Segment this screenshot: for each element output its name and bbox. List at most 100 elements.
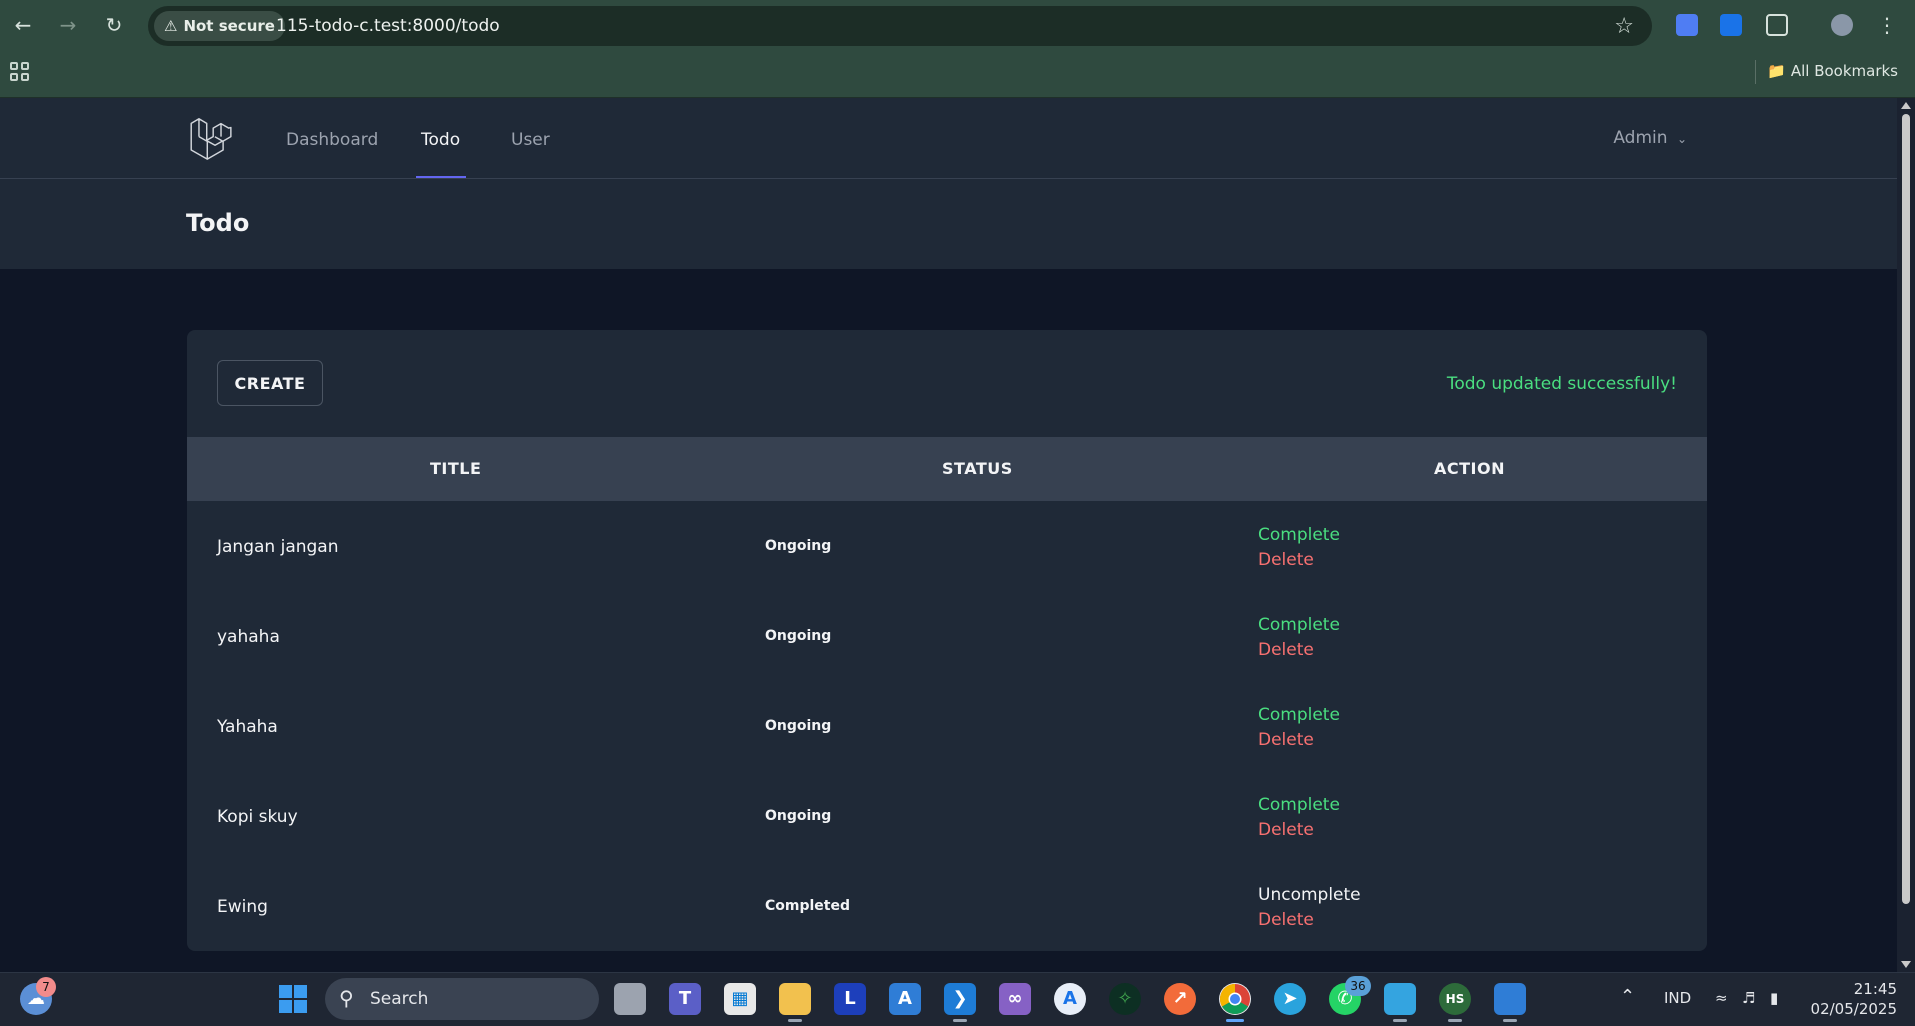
profile-avatar-icon[interactable] xyxy=(1831,14,1853,36)
delete-link[interactable]: Delete xyxy=(1258,640,1314,660)
file-explorer-icon[interactable] xyxy=(779,983,811,1015)
flash-message: Todo updated successfully! xyxy=(1446,374,1677,394)
clock-time: 21:45 xyxy=(1853,980,1897,998)
xampp-icon[interactable]: A xyxy=(889,983,921,1015)
delete-link[interactable]: Delete xyxy=(1258,820,1314,840)
column-header-action: ACTION xyxy=(1434,459,1505,478)
visual-studio-icon[interactable]: ∞ xyxy=(999,983,1031,1015)
bookmarks-divider xyxy=(1755,60,1756,84)
address-bar[interactable]: ⚠ Not secure 115-todo-c.test:8000/todo ☆ xyxy=(148,6,1652,46)
url-text[interactable]: 115-todo-c.test:8000/todo xyxy=(276,16,500,36)
postman-icon[interactable]: ↗ xyxy=(1164,983,1196,1015)
heidisql-icon[interactable]: HS xyxy=(1439,983,1471,1015)
windows-start-icon[interactable] xyxy=(277,983,309,1015)
system-clock[interactable]: 21:45 02/05/2025 xyxy=(1811,979,1897,1019)
task-view-icon[interactable] xyxy=(614,983,646,1015)
todo-title: Ewing xyxy=(217,897,268,917)
telegram-icon[interactable]: ➤ xyxy=(1274,983,1306,1015)
scroll-thumb[interactable] xyxy=(1902,114,1910,904)
page-scrollbar[interactable] xyxy=(1897,98,1915,972)
clock-date: 02/05/2025 xyxy=(1810,1000,1897,1018)
running-indicator xyxy=(1503,1019,1517,1022)
delete-link[interactable]: Delete xyxy=(1258,730,1314,750)
page-header: Todo xyxy=(0,179,1897,269)
battery-icon[interactable]: ▮ xyxy=(1770,989,1778,1007)
todo-status: Completed xyxy=(765,898,851,914)
nav-todo[interactable]: Todo xyxy=(421,130,460,150)
user-menu-button[interactable]: Admin ⌄ xyxy=(1613,128,1687,148)
language-indicator[interactable]: IND xyxy=(1664,989,1691,1007)
microsoft-store-icon[interactable]: ▦ xyxy=(724,983,756,1015)
app-navbar: Dashboard Todo User Admin ⌄ xyxy=(0,98,1897,179)
apps-grid-icon[interactable] xyxy=(10,62,30,82)
taskbar-search[interactable]: ⚲ Search xyxy=(325,978,599,1020)
reload-icon[interactable]: ↻ xyxy=(101,12,127,38)
teams-icon[interactable]: T xyxy=(669,983,701,1015)
user-menu-label: Admin xyxy=(1613,128,1668,148)
scroll-up-icon[interactable] xyxy=(1901,102,1911,109)
windows-taskbar: ☁ 7 ⚲ Search T ▦ L A ❯ ∞ A ✧ ↗ ➤ ✆ 36 HS… xyxy=(0,972,1915,1026)
table-row: Jangan jangan Ongoing Complete Delete xyxy=(187,501,1707,591)
table-row: Ewing Completed Uncomplete Delete xyxy=(187,861,1707,951)
search-icon: ⚲ xyxy=(339,986,354,1010)
column-header-title: TITLE xyxy=(430,459,482,478)
delete-link[interactable]: Delete xyxy=(1258,550,1314,570)
browser-toolbar: ← → ↻ ⚠ Not secure 115-todo-c.test:8000/t… xyxy=(0,0,1915,52)
site-info-chip[interactable]: ⚠ Not secure xyxy=(154,11,285,41)
active-nav-indicator xyxy=(416,176,466,178)
complete-link[interactable]: Complete xyxy=(1258,795,1340,815)
column-header-status: STATUS xyxy=(942,459,1013,478)
todo-card: CREATE Todo updated successfully! TITLE … xyxy=(187,330,1707,951)
extensions-puzzle-icon[interactable] xyxy=(1766,14,1788,36)
photos-icon[interactable] xyxy=(1494,983,1526,1015)
table-row: yahaha Ongoing Complete Delete xyxy=(187,591,1707,681)
weather-badge: 7 xyxy=(36,977,56,997)
complete-link[interactable]: Complete xyxy=(1258,705,1340,725)
table-header: TITLE STATUS ACTION xyxy=(187,437,1707,501)
running-indicator xyxy=(788,1019,802,1022)
running-indicator xyxy=(953,1019,967,1022)
back-icon[interactable]: ← xyxy=(10,12,36,38)
chevron-up-icon[interactable]: ⌃ xyxy=(1620,986,1635,1007)
warning-icon: ⚠ xyxy=(164,17,178,35)
extension-docs-icon[interactable] xyxy=(1676,14,1698,36)
running-indicator xyxy=(1393,1019,1407,1022)
wifi-icon[interactable]: ≈ xyxy=(1715,989,1728,1007)
l-app-icon[interactable]: L xyxy=(834,983,866,1015)
todo-status: Ongoing xyxy=(765,538,832,554)
running-indicator xyxy=(1448,1019,1462,1022)
all-bookmarks-button[interactable]: 📁 All Bookmarks xyxy=(1767,62,1898,80)
complete-link[interactable]: Complete xyxy=(1258,525,1340,545)
complete-link[interactable]: Complete xyxy=(1258,615,1340,635)
nav-user[interactable]: User xyxy=(511,130,550,150)
todo-title: Kopi skuy xyxy=(217,807,298,827)
all-bookmarks-label: All Bookmarks xyxy=(1790,62,1898,80)
browser-menu-icon[interactable]: ⋮ xyxy=(1874,12,1900,38)
create-button[interactable]: CREATE xyxy=(217,360,323,406)
todo-status: Ongoing xyxy=(765,628,832,644)
laravel-logo-icon[interactable] xyxy=(190,118,232,160)
todo-title: Jangan jangan xyxy=(217,537,339,557)
extension-gear-icon[interactable] xyxy=(1720,14,1742,36)
uncomplete-link[interactable]: Uncomplete xyxy=(1258,885,1361,905)
whatsapp-badge: 36 xyxy=(1345,976,1371,996)
folder-icon: 📁 xyxy=(1767,62,1787,80)
nav-dashboard[interactable]: Dashboard xyxy=(286,130,378,150)
chevron-down-icon: ⌄ xyxy=(1676,132,1687,146)
volume-icon[interactable]: ♬ xyxy=(1742,989,1755,1007)
table-row: Yahaha Ongoing Complete Delete xyxy=(187,681,1707,771)
todo-status: Ongoing xyxy=(765,808,832,824)
tableplus-icon[interactable] xyxy=(1384,983,1416,1015)
delete-link[interactable]: Delete xyxy=(1258,910,1314,930)
active-app-indicator xyxy=(1226,1019,1244,1022)
app-store-icon[interactable]: A xyxy=(1054,983,1086,1015)
forward-icon[interactable]: → xyxy=(55,12,81,38)
todo-title: yahaha xyxy=(217,627,280,647)
vscode-icon[interactable]: ❯ xyxy=(944,983,976,1015)
table-row: Kopi skuy Ongoing Complete Delete xyxy=(187,771,1707,861)
bookmark-star-icon[interactable]: ☆ xyxy=(1614,14,1634,39)
scroll-down-icon[interactable] xyxy=(1901,961,1911,968)
mongodb-icon[interactable]: ✧ xyxy=(1109,983,1141,1015)
chrome-icon[interactable] xyxy=(1219,983,1251,1015)
search-label: Search xyxy=(370,989,429,1009)
